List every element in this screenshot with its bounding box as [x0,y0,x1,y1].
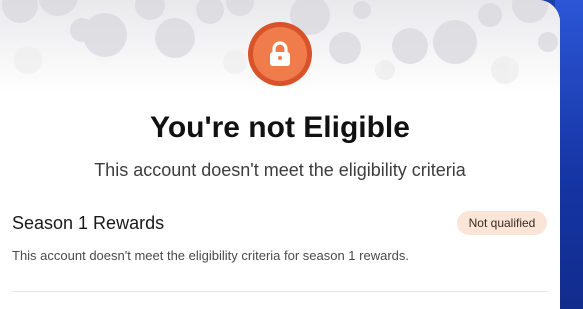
season-rewards-title: Season 1 Rewards [12,213,165,233]
page-title: You're not Eligible [150,111,410,144]
lock-badge-inner [253,27,307,81]
eligibility-card: You're not Eligible This account doesn't… [0,0,560,309]
status-badge: Not qualified [457,211,547,235]
page-subtitle: This account doesn't meet the eligibilit… [94,160,466,180]
divider [12,291,548,292]
season-rewards-description: This account doesn't meet the eligibilit… [12,248,410,263]
lock-badge [248,22,312,86]
lock-icon [270,41,290,66]
eligibility-screen: You're not Eligible This account doesn't… [0,0,583,309]
